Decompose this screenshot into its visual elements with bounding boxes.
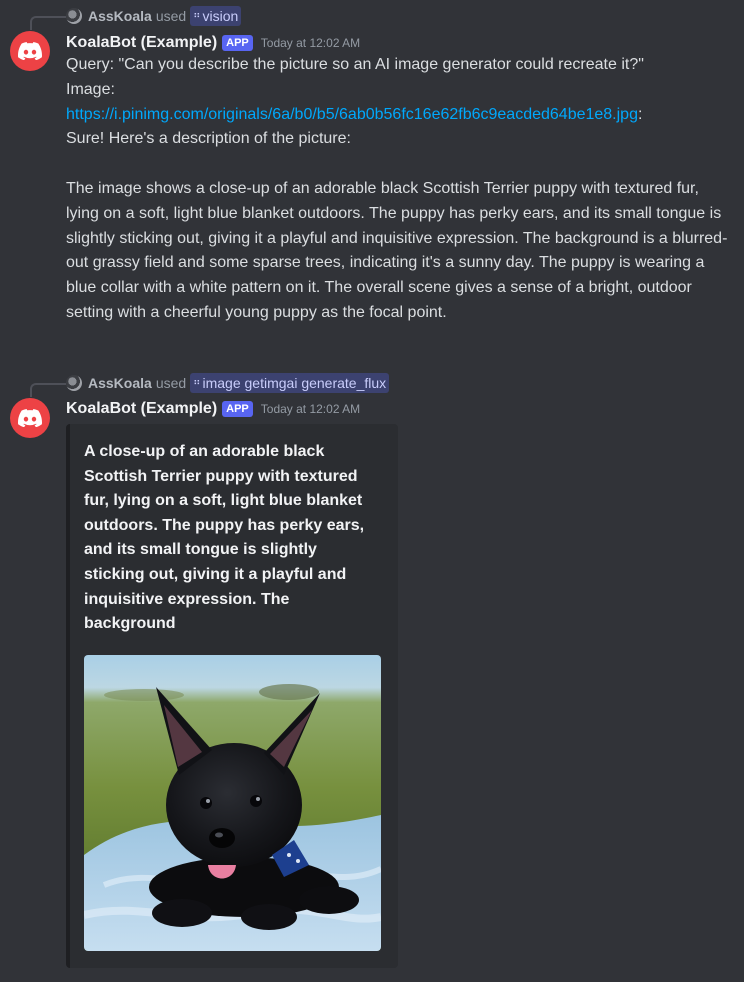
user-mini-avatar[interactable] [66, 8, 82, 24]
command-name: image getimgai generate_flux [202, 375, 387, 391]
reply-spine [30, 16, 66, 30]
message-header: KoalaBot (Example) APP Today at 12:02 AM [66, 32, 360, 54]
bot-avatar[interactable] [10, 398, 50, 438]
message-timestamp[interactable]: Today at 12:02 AM [261, 402, 360, 416]
description-paragraph: The image shows a close-up of an adorabl… [66, 179, 728, 321]
reply-used-text: used [155, 8, 187, 24]
discord-logo-icon [18, 409, 42, 427]
command-reply-line: AssKoala used ⠶ image getimgai generate_… [66, 373, 390, 393]
image-embed: A close-up of an adorable black Scottish… [66, 424, 398, 968]
slash-command-icon: ⠶ [193, 377, 200, 388]
app-badge: APP [222, 35, 253, 51]
intro-line: Sure! Here's a description of the pictur… [66, 130, 351, 148]
puppy-illustration [84, 655, 381, 951]
command-reply-line: AssKoala used ⠶ vision [66, 6, 242, 26]
slash-command-icon: ⠶ [193, 10, 200, 21]
reply-spine [30, 383, 66, 397]
bot-username[interactable]: KoalaBot (Example) [66, 34, 217, 52]
command-pill[interactable]: ⠶ vision [190, 6, 242, 26]
image-url-line: https://i.pinimg.com/originals/6a/b0/b5/… [66, 103, 732, 128]
reply-used-text: used [155, 375, 187, 391]
generated-puppy-image[interactable] [84, 655, 381, 951]
bot-username[interactable]: KoalaBot (Example) [66, 400, 217, 418]
image-url-link[interactable]: https://i.pinimg.com/originals/6a/b0/b5/… [66, 106, 638, 123]
message-content: Query: "Can you describe the picture so … [66, 53, 732, 326]
bot-avatar[interactable] [10, 31, 50, 71]
app-badge: APP [222, 401, 253, 417]
message-header: KoalaBot (Example) APP Today at 12:02 AM [66, 398, 360, 420]
command-pill[interactable]: ⠶ image getimgai generate_flux [190, 373, 390, 393]
query-line: Query: "Can you describe the picture so … [66, 56, 644, 73]
image-label: Image: [66, 80, 115, 98]
url-suffix: : [637, 105, 643, 123]
command-name: vision [202, 8, 239, 24]
reply-username[interactable]: AssKoala [88, 8, 152, 24]
user-mini-avatar[interactable] [66, 375, 82, 391]
message-timestamp[interactable]: Today at 12:02 AM [261, 36, 360, 50]
embed-title: A close-up of an adorable black Scottish… [84, 443, 365, 633]
discord-logo-icon [18, 42, 42, 60]
reply-username[interactable]: AssKoala [88, 375, 152, 391]
